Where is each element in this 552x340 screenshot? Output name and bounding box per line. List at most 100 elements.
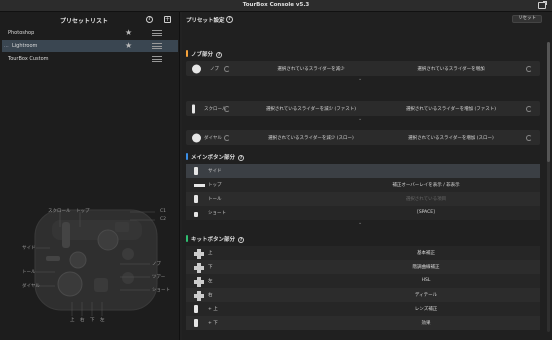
knob-right-action[interactable]: 選択されているスライダーを増加: [376, 61, 526, 76]
dial-left-action[interactable]: 選択されているスライダーを減少 (スロー): [236, 130, 386, 145]
section-title-text: ノブ部分: [191, 52, 214, 58]
section-title-text: メインボタン部分: [191, 155, 236, 161]
label-right: 右: [80, 318, 85, 323]
chevron-down-icon: ⌄: [358, 76, 363, 82]
star-icon[interactable]: ★: [125, 28, 132, 37]
tourbox-device-diagram: スクロール トップ C1 C2 サイド ノブ トール ツアー ダイヤル ショート…: [0, 182, 180, 340]
preset-settings-panel: プリセット設定 ? リセット ノブ部分? ノブ 選択されているスライダーを減少 …: [182, 12, 552, 340]
help-icon[interactable]: ?: [216, 52, 223, 58]
preset-list-header: プリセットリスト ? +: [0, 12, 180, 27]
knob-row[interactable]: ノブ 選択されているスライダーを減少 選択されているスライダーを増加: [186, 61, 540, 76]
row-value: [SPACE]: [417, 210, 435, 215]
preset-settings-title: プリセット設定: [186, 18, 225, 24]
top-button-icon: [194, 181, 205, 187]
rotate-left-icon: [224, 65, 230, 72]
knob-icon: [192, 64, 201, 73]
row-value: 効果: [421, 321, 431, 326]
menu-icon[interactable]: [152, 43, 162, 49]
row-label: トール: [208, 197, 222, 202]
label-tall: トール: [22, 270, 36, 275]
help-icon[interactable]: ?: [146, 16, 153, 23]
label-down: 下: [90, 318, 95, 323]
main-row-tall[interactable]: トール 選択されている項目: [186, 192, 540, 206]
label-dial: ダイヤル: [22, 284, 40, 289]
settings-scrollbar[interactable]: [547, 42, 550, 332]
label-knob: ノブ: [152, 262, 161, 267]
scroll-down-action[interactable]: 選択されているスライダーを増加 (ファスト): [376, 101, 526, 116]
help-icon[interactable]: ?: [238, 237, 245, 243]
kit-row-up[interactable]: 上 基本補正: [186, 246, 540, 260]
kit-row-left[interactable]: 左 HSL: [186, 274, 540, 288]
label-c2: C2: [160, 217, 167, 222]
preset-item-tourbox-custom[interactable]: TourBox Custom: [2, 53, 178, 65]
knob-left-action[interactable]: 選択されているスライダーを減少: [236, 61, 386, 76]
add-preset-icon[interactable]: +: [164, 16, 171, 23]
title-bar: TourBox Console v5.3: [0, 0, 552, 12]
scroll-up-action[interactable]: 選択されているスライダーを減少 (ファスト): [236, 101, 386, 116]
tall-button-icon: [194, 195, 198, 203]
rotate-right-icon: [526, 105, 532, 112]
kit-row-combo-down[interactable]: + 下 効果: [186, 316, 540, 330]
dial-right-action[interactable]: 選択されているスライダーを増加 (スロー): [376, 130, 526, 145]
row-value: HSL: [421, 278, 431, 283]
main-button-section-title: メインボタン部分?: [186, 153, 245, 161]
main-row-side[interactable]: サイド: [186, 164, 540, 178]
section-color-bar: [186, 153, 188, 160]
rotate-right-icon: [526, 65, 532, 72]
knob-section-title: ノブ部分?: [186, 50, 223, 58]
help-icon[interactable]: ?: [238, 155, 245, 161]
label-tour: ツアー: [152, 275, 166, 280]
menu-icon[interactable]: [152, 56, 162, 62]
preset-name: Lightroom: [12, 43, 38, 49]
app-window: TourBox Console v5.3 プリセットリスト ? + Photos…: [0, 0, 552, 340]
drag-handle-icon[interactable]: ···: [4, 44, 9, 50]
dpad-left-icon: [194, 277, 204, 287]
row-label: 左: [208, 279, 213, 284]
popout-window-icon[interactable]: [538, 1, 547, 9]
side-button-icon: [194, 167, 198, 175]
short-button-icon: [194, 209, 198, 217]
preset-item-lightroom[interactable]: ··· Lightroom ★: [2, 40, 178, 52]
window-title: TourBox Console v5.3: [242, 2, 310, 8]
row-label: ノブ: [210, 66, 219, 72]
row-label: + 下: [208, 321, 218, 326]
scroll-icon: [192, 104, 195, 113]
kit-row-down[interactable]: 下 階調曲線補正: [186, 260, 540, 274]
reset-button[interactable]: リセット: [512, 15, 542, 23]
section-color-bar: [186, 235, 188, 242]
scroll-row[interactable]: スクロール 選択されているスライダーを減少 (ファスト) 選択されているスライダ…: [186, 101, 540, 116]
row-label: ショート: [208, 211, 226, 216]
row-value: 選択されている項目: [405, 197, 447, 202]
dial-icon: [192, 133, 201, 142]
main-row-short[interactable]: ショート [SPACE]: [186, 206, 540, 220]
label-left: 左: [100, 318, 105, 323]
row-label: トップ: [208, 183, 222, 188]
label-up: 上: [70, 318, 75, 323]
label-scroll: スクロール: [48, 209, 71, 214]
star-icon[interactable]: ★: [125, 41, 132, 50]
scrollbar-thumb[interactable]: [547, 42, 550, 162]
row-label: ダイヤル: [204, 135, 222, 141]
dial-row[interactable]: ダイヤル 選択されているスライダーを減少 (スロー) 選択されているスライダーを…: [186, 130, 540, 145]
row-label: 上: [208, 251, 213, 256]
preset-list-title: プリセットリスト: [60, 18, 109, 25]
section-title-text: キットボタン部分: [191, 237, 236, 243]
kit-row-right[interactable]: 右 ディテール: [186, 288, 540, 302]
menu-icon[interactable]: [152, 30, 162, 36]
help-icon[interactable]: ?: [226, 16, 233, 23]
label-short: ショート: [152, 288, 170, 293]
preset-settings-header: プリセット設定 ? リセット: [182, 12, 552, 26]
row-label: 右: [208, 293, 213, 298]
preset-name: TourBox Custom: [8, 56, 49, 62]
row-label: サイド: [208, 169, 222, 174]
rotate-right-icon: [526, 134, 532, 141]
section-color-bar: [186, 50, 188, 57]
combo-up-icon: [194, 305, 198, 315]
kit-button-section-title: キットボタン部分?: [186, 235, 245, 243]
kit-row-combo-up[interactable]: + 上 レンズ補正: [186, 302, 540, 316]
label-top: トップ: [76, 209, 90, 214]
main-row-top[interactable]: トップ 補正オーバーレイを表示 / 非表示: [186, 178, 540, 192]
combo-down-icon: [194, 319, 198, 329]
preset-item-photoshop[interactable]: Photoshop ★: [2, 27, 178, 39]
rotate-left-icon: [224, 105, 230, 112]
